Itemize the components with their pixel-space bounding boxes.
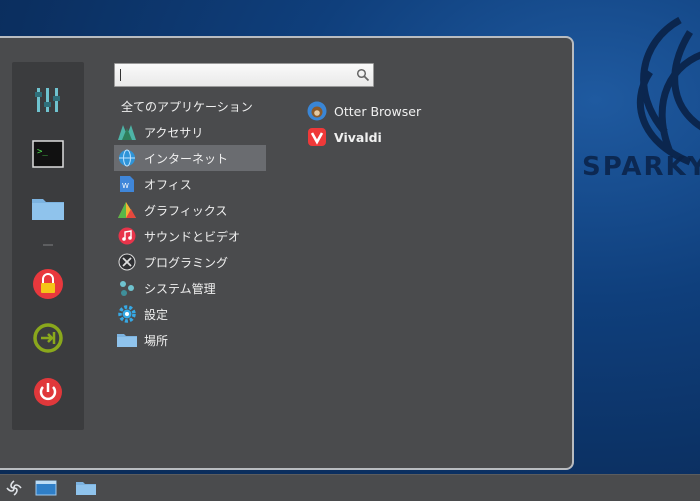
- search-input[interactable]: [114, 63, 374, 87]
- sidebar-settings-button[interactable]: [30, 82, 66, 118]
- taskbar: [0, 474, 700, 501]
- sidebar-lock-button[interactable]: [30, 266, 66, 302]
- sparky-logo-icon: [6, 480, 22, 496]
- folder-icon: [76, 482, 96, 495]
- category-system-admin[interactable]: システム管理: [114, 275, 266, 301]
- sidebar-files-button[interactable]: [30, 190, 66, 226]
- programming-tools-icon: [116, 252, 138, 272]
- category-internet[interactable]: インターネット: [114, 145, 266, 171]
- category-settings[interactable]: 設定: [114, 301, 266, 327]
- folder-icon: [32, 199, 64, 220]
- menu-sidebar: >_: [12, 62, 84, 430]
- app-otter-browser[interactable]: Otter Browser: [306, 98, 421, 124]
- graphics-icon: [116, 200, 138, 220]
- category-label: アクセサリ: [144, 125, 204, 140]
- taskbar-desktop-button[interactable]: [34, 477, 58, 499]
- category-label: グラフィックス: [144, 203, 228, 218]
- text-caret: [120, 69, 121, 81]
- category-label: 場所: [144, 333, 169, 348]
- svg-text:W: W: [122, 182, 129, 190]
- system-admin-icon: [116, 278, 138, 298]
- sidebar-separator: [43, 244, 53, 246]
- category-all-applications[interactable]: 全てのアプリケーション: [114, 95, 266, 119]
- category-label: プログラミング: [144, 255, 229, 270]
- folder-icon: [116, 330, 138, 350]
- sidebar-logout-button[interactable]: [30, 320, 66, 356]
- lock-icon: [33, 269, 63, 299]
- category-label: サウンドとビデオ: [144, 229, 241, 244]
- start-menu-button[interactable]: [2, 477, 26, 499]
- category-label: 設定: [144, 307, 169, 322]
- otter-browser-icon: [306, 100, 328, 122]
- sidebar-terminal-button[interactable]: >_: [30, 136, 66, 172]
- app-label: Otter Browser: [334, 103, 422, 119]
- category-office[interactable]: W オフィス: [114, 171, 266, 197]
- category-accessories[interactable]: アクセサリ: [114, 119, 266, 145]
- music-note-icon: [116, 226, 138, 246]
- application-list: Otter Browser Vivaldi: [306, 98, 421, 150]
- vivaldi-icon: [306, 126, 328, 148]
- category-sound-video[interactable]: サウンドとビデオ: [114, 223, 266, 249]
- terminal-icon: >_: [32, 140, 64, 168]
- svg-text:>_: >_: [37, 147, 48, 157]
- accessories-icon: [116, 122, 138, 142]
- category-places[interactable]: 場所: [114, 327, 266, 353]
- app-vivaldi[interactable]: Vivaldi: [306, 124, 421, 150]
- category-label: オフィス: [144, 177, 192, 192]
- search-icon[interactable]: [356, 68, 370, 82]
- taskbar-file-manager-button[interactable]: [74, 477, 98, 499]
- application-menu: >_ 全てのアプリケーション アクセサリ インターネット W オフィス グラフィ…: [0, 36, 574, 470]
- category-graphics[interactable]: グラフィックス: [114, 197, 266, 223]
- globe-icon: [116, 148, 138, 168]
- category-programming[interactable]: プログラミング: [114, 249, 266, 275]
- show-desktop-icon: [35, 480, 57, 496]
- logout-icon: [33, 323, 63, 353]
- mixer-settings-icon: [35, 88, 60, 112]
- category-label: システム管理: [144, 281, 216, 296]
- app-label: Vivaldi: [334, 129, 382, 145]
- power-icon: [34, 378, 62, 406]
- sidebar-shutdown-button[interactable]: [30, 374, 66, 410]
- office-icon: W: [116, 174, 138, 194]
- settings-gear-icon: [116, 304, 138, 324]
- category-label: インターネット: [144, 151, 229, 166]
- category-list: 全てのアプリケーション アクセサリ インターネット W オフィス グラフィックス: [114, 95, 266, 353]
- wallpaper-brand-text: SPARKY: [582, 152, 700, 182]
